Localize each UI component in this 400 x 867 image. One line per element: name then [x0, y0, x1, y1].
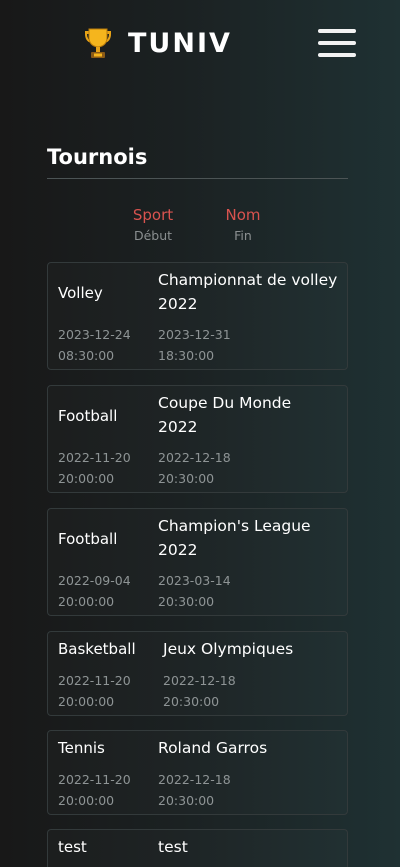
trophy-icon	[85, 28, 111, 58]
brand-logo[interactable]: TUNIV	[82, 26, 232, 60]
sort-by-sport-button[interactable]: Sport Début	[122, 206, 184, 243]
tournament-end-date: 2022-12-18 20:30:00	[158, 772, 231, 808]
menu-bar	[318, 41, 356, 45]
tournament-name: Jeux Olympiques	[163, 640, 294, 658]
tournament-card[interactable]: Football Coupe Du Monde 2022 2022-11-20 …	[47, 385, 348, 493]
tournament-sport: Football	[58, 530, 118, 548]
app-header: TUNIV	[0, 0, 400, 86]
page-title: Tournois	[47, 145, 148, 169]
tournament-name: Roland Garros	[158, 739, 268, 757]
tournament-start-date: 2022-11-20 20:00:00	[58, 450, 131, 486]
sort-end-label: Fin	[234, 228, 252, 243]
menu-bar	[318, 53, 356, 57]
tournament-card[interactable]: Volley Championnat de volley 2022 2023-1…	[47, 262, 348, 370]
sort-sport-label: Sport	[132, 206, 174, 224]
tournament-start-date: 2022-11-20 20:00:00	[58, 673, 131, 709]
menu-bar	[318, 29, 356, 33]
sort-name-label: Nom	[225, 206, 261, 224]
tournament-end-date: 2023-03-14 20:30:00	[158, 573, 231, 609]
tournament-sport: test	[58, 838, 87, 856]
tournament-card[interactable]: Tennis Roland Garros 2022-11-20 20:00:00…	[47, 730, 348, 815]
tournament-name: Champion's League 2022	[158, 517, 311, 559]
tournament-card[interactable]: Football Champion's League 2022 2022-09-…	[47, 508, 348, 616]
tournament-start-date: 2022-09-04 20:00:00	[58, 573, 131, 609]
tournament-sport: Basketball	[58, 640, 136, 658]
brand-name: TUNIV	[128, 27, 232, 59]
tournament-sport: Tennis	[58, 739, 105, 757]
sort-start-label: Début	[133, 228, 173, 243]
tournament-name: Coupe Du Monde 2022	[158, 394, 292, 436]
tournament-card[interactable]: Basketball Jeux Olympiques 2022-11-20 20…	[47, 631, 348, 716]
title-divider	[47, 178, 348, 179]
tournament-end-date: 2022-12-18 20:30:00	[158, 450, 231, 486]
sort-by-name-button[interactable]: Nom Fin	[212, 206, 274, 243]
tournament-card[interactable]: test test	[47, 829, 348, 867]
tournament-start-date: 2023-12-24 08:30:00	[58, 327, 131, 363]
tournament-sport: Volley	[58, 284, 103, 302]
tournament-end-date: 2022-12-18 20:30:00	[163, 673, 236, 709]
tournament-start-date: 2022-11-20 20:00:00	[58, 772, 131, 808]
tournament-name: Championnat de volley 2022	[158, 271, 338, 313]
tournament-end-date: 2023-12-31 18:30:00	[158, 327, 231, 363]
tournament-sport: Football	[58, 407, 118, 425]
hamburger-menu-icon[interactable]	[318, 27, 356, 61]
tournament-name: test	[158, 838, 188, 856]
